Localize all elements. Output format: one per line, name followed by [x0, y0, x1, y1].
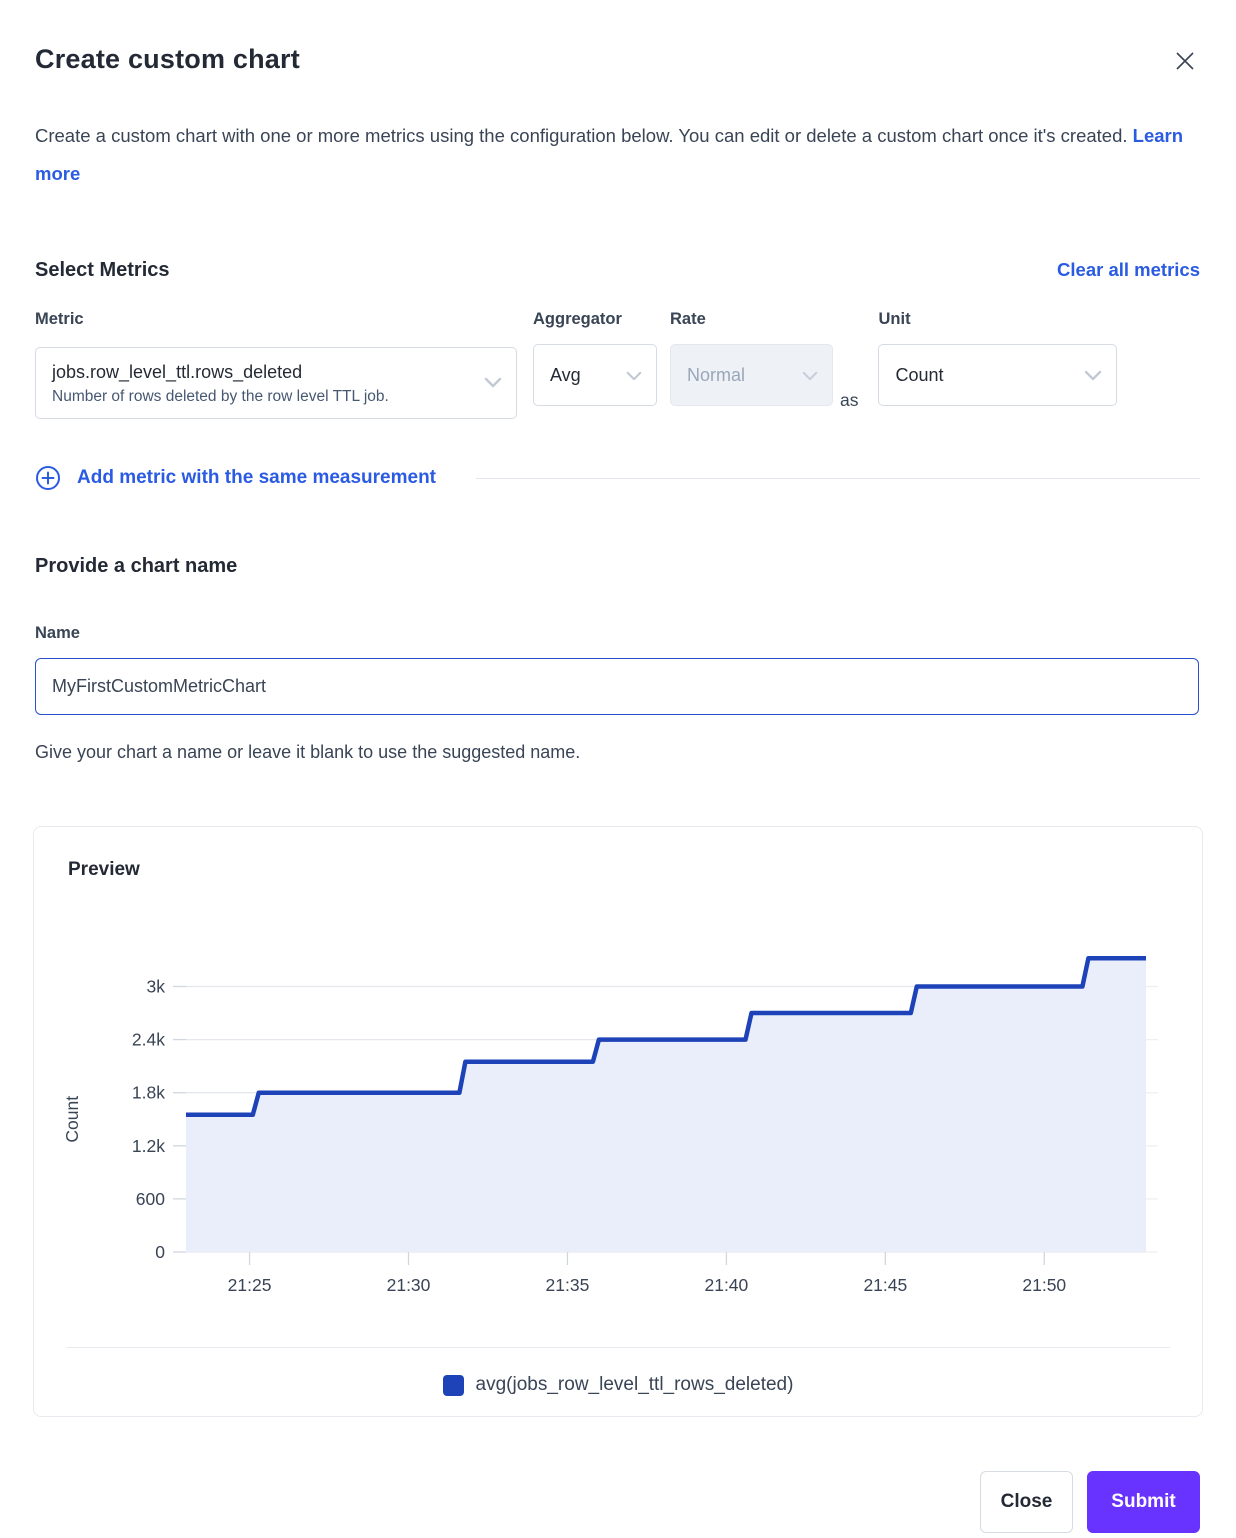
preview-heading: Preview	[68, 859, 1202, 881]
close-button[interactable]: Close	[980, 1471, 1073, 1533]
svg-text:600: 600	[136, 1189, 165, 1209]
svg-text:3k: 3k	[147, 977, 166, 997]
chart-name-input[interactable]	[35, 658, 1199, 715]
chevron-down-icon	[802, 365, 818, 386]
page-title: Create custom chart	[35, 44, 300, 75]
modal-header: Create custom chart	[35, 44, 1200, 79]
metric-config-row: Metric jobs.row_level_ttl.rows_deleted N…	[35, 310, 1200, 419]
aggregator-value: Avg	[550, 365, 581, 386]
chart-name-heading: Provide a chart name	[35, 555, 1200, 578]
divider	[66, 1347, 1170, 1348]
svg-text:0: 0	[155, 1242, 165, 1262]
select-metrics-header: Select Metrics Clear all metrics	[35, 259, 1200, 282]
unit-select[interactable]: Count	[878, 344, 1117, 406]
rate-value: Normal	[687, 365, 745, 386]
metric-select-value: jobs.row_level_ttl.rows_deleted	[52, 362, 389, 383]
aggregator-label: Aggregator	[533, 310, 657, 329]
plus-circle-icon	[35, 465, 61, 491]
unit-label: Unit	[878, 310, 1117, 329]
rate-select-disabled: Normal	[670, 344, 833, 406]
metric-select[interactable]: jobs.row_level_ttl.rows_deleted Number o…	[35, 347, 517, 419]
svg-text:1.2k: 1.2k	[132, 1136, 165, 1156]
modal-footer: Close Submit	[35, 1471, 1200, 1533]
name-label: Name	[35, 624, 1200, 643]
legend-label: avg(jobs_row_level_ttl_rows_deleted)	[476, 1374, 794, 1396]
svg-text:Count: Count	[62, 1096, 82, 1143]
as-label: as	[840, 390, 858, 411]
description-text: Create a custom chart with one or more m…	[35, 125, 1128, 146]
name-helper-text: Give your chart a name or leave it blank…	[35, 742, 1200, 763]
chevron-down-icon	[626, 365, 642, 386]
create-custom-chart-modal: Create custom chart Create a custom char…	[0, 0, 1236, 1533]
modal-description: Create a custom chart with one or more m…	[35, 117, 1190, 193]
unit-value: Count	[895, 365, 943, 386]
preview-card: Preview 0 600 1.2k 1.8k 2.4k 3k 21:25 21:30 21:3…	[33, 826, 1203, 1417]
svg-text:2.4k: 2.4k	[132, 1030, 165, 1050]
divider	[476, 478, 1200, 479]
submit-button[interactable]: Submit	[1087, 1471, 1200, 1533]
add-metric-link[interactable]: Add metric with the same measurement	[35, 465, 436, 491]
clear-all-metrics-link[interactable]: Clear all metrics	[1057, 259, 1200, 281]
chevron-down-icon	[484, 375, 502, 393]
close-icon[interactable]	[1170, 46, 1200, 79]
chevron-down-icon	[1084, 365, 1102, 386]
chart-legend: avg(jobs_row_level_ttl_rows_deleted)	[34, 1372, 1202, 1398]
select-metrics-heading: Select Metrics	[35, 259, 170, 282]
svg-text:21:50: 21:50	[1022, 1275, 1066, 1295]
metric-label: Metric	[35, 310, 517, 329]
rate-label: Rate	[670, 310, 833, 329]
svg-text:21:45: 21:45	[863, 1275, 907, 1295]
svg-text:21:25: 21:25	[228, 1275, 272, 1295]
svg-text:21:30: 21:30	[387, 1275, 431, 1295]
svg-text:1.8k: 1.8k	[132, 1083, 165, 1103]
svg-text:21:35: 21:35	[546, 1275, 590, 1295]
add-metric-row: Add metric with the same measurement	[35, 465, 1200, 491]
legend-swatch	[443, 1375, 464, 1396]
aggregator-select[interactable]: Avg	[533, 344, 657, 406]
metric-select-description: Number of rows deleted by the row level …	[52, 388, 389, 406]
preview-chart: 0 600 1.2k 1.8k 2.4k 3k 21:25 21:30 21:35 21:40 21…	[34, 881, 1202, 1301]
svg-text:21:40: 21:40	[704, 1275, 748, 1295]
add-metric-label: Add metric with the same measurement	[77, 467, 436, 489]
